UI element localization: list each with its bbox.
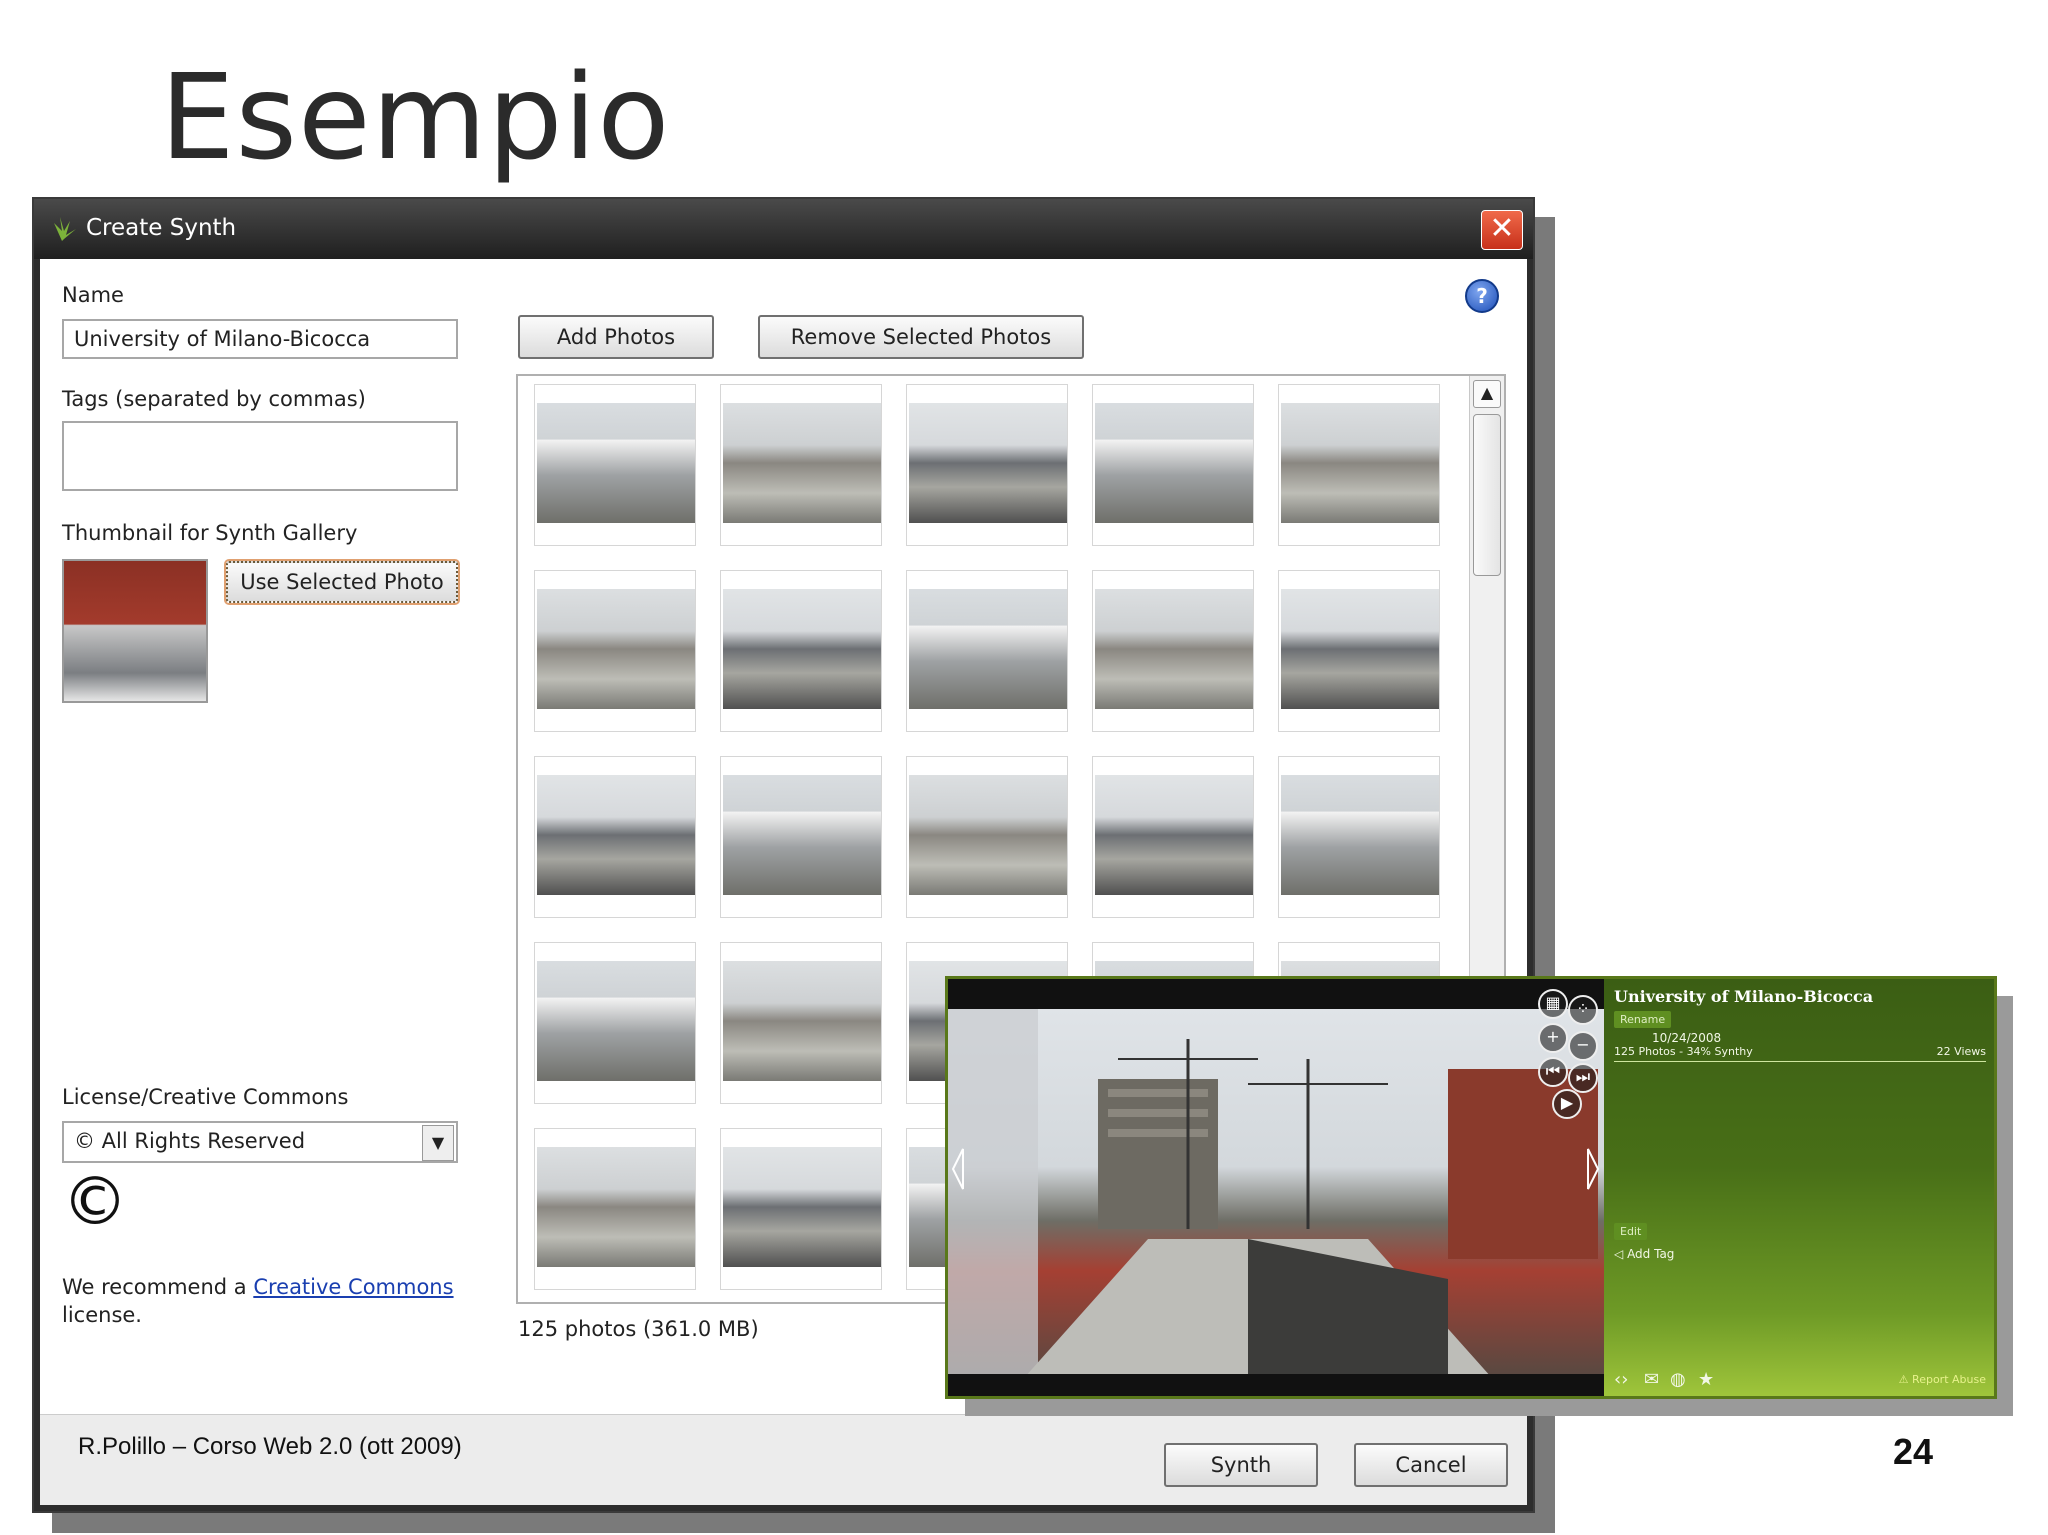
photo-thumbnail-image (909, 589, 1067, 709)
photo-thumbnail[interactable] (1278, 756, 1440, 918)
photo-thumbnail[interactable] (1092, 756, 1254, 918)
photo-thumbnail-image (1281, 775, 1439, 895)
add-tag-label: Add Tag (1627, 1247, 1675, 1261)
photo-count: 125 photos (361.0 MB) (518, 1317, 759, 1341)
creative-commons-link[interactable]: Creative Commons (253, 1275, 453, 1299)
page-number: 24 (1893, 1431, 1934, 1472)
embed-icon[interactable]: ‹› (1614, 1369, 1628, 1390)
photo-thumbnail[interactable] (906, 756, 1068, 918)
frame-left (34, 259, 40, 1511)
photo-thumbnail-image (537, 1147, 695, 1267)
photo-thumbnail[interactable] (720, 756, 882, 918)
synth-scene-illustration (948, 979, 1604, 1396)
rename-button[interactable]: Rename (1614, 1011, 1672, 1028)
add-tag-button[interactable]: ◁ Add Tag (1614, 1247, 1674, 1261)
license-label: License/Creative Commons (62, 1085, 349, 1109)
previous-icon[interactable]: ⏮ (1538, 1057, 1568, 1087)
photo-thumbnail-image (723, 775, 881, 895)
copyright-icon: © (62, 1163, 128, 1240)
tags-label: Tags (separated by commas) (62, 387, 366, 411)
photo-thumbnail-image (723, 961, 881, 1081)
synth-viewer: ▦ ⁘ + − ⏮ ⏭ ▶ University of Milano-Bicoc… (945, 976, 1997, 1399)
recommend-text: We recommend a Creative Commons license. (62, 1273, 454, 1329)
synth-stats: 125 Photos - 34% Synthy (1614, 1045, 1753, 1058)
photo-thumbnail[interactable] (534, 384, 696, 546)
photo-thumbnail-image (537, 589, 695, 709)
photo-thumbnail[interactable] (1092, 384, 1254, 546)
synth-title: University of Milano-Bicocca (1614, 987, 1874, 1006)
photo-thumbnail[interactable] (906, 570, 1068, 732)
photo-thumbnail[interactable] (906, 384, 1068, 546)
scroll-thumb[interactable] (1473, 414, 1501, 576)
scroll-up-icon[interactable]: ▲ (1473, 380, 1501, 408)
synth-views: 22 Views (1936, 1045, 1986, 1058)
photo-thumbnail[interactable] (720, 942, 882, 1104)
photo-thumbnail-image (1095, 589, 1253, 709)
photo-thumbnail[interactable] (534, 1128, 696, 1290)
photo-thumbnail[interactable] (1092, 570, 1254, 732)
photo-thumbnail[interactable] (534, 942, 696, 1104)
edit-button[interactable]: Edit (1614, 1223, 1648, 1240)
license-select[interactable]: © All Rights Reserved ▼ (62, 1121, 458, 1163)
photo-thumbnail-image (723, 1147, 881, 1267)
photosynth-logo-icon (54, 217, 76, 241)
tags-field[interactable] (62, 421, 458, 491)
help-icon[interactable]: ? (1465, 279, 1499, 313)
photo-thumbnail[interactable] (534, 570, 696, 732)
zoom-out-icon[interactable]: − (1568, 1031, 1598, 1061)
name-field[interactable]: University of Milano-Bicocca (62, 319, 458, 359)
thumbnail-label: Thumbnail for Synth Gallery (62, 521, 358, 545)
photo-thumbnail-image (909, 775, 1067, 895)
dialog-title: Create Synth (86, 215, 237, 241)
warning-icon: ⚠ (1898, 1373, 1909, 1386)
zoom-in-icon[interactable]: + (1538, 1023, 1568, 1053)
email-icon[interactable]: ✉ (1644, 1369, 1659, 1390)
name-label: Name (62, 283, 124, 307)
overhead-view-icon[interactable]: ⁘ (1568, 995, 1598, 1025)
photo-thumbnail[interactable] (1278, 384, 1440, 546)
chevron-down-icon[interactable]: ▼ (422, 1125, 454, 1161)
photo-thumbnail[interactable] (720, 1128, 882, 1290)
close-button[interactable]: ✕ (1481, 210, 1523, 250)
slide-title: Esempio (160, 48, 671, 186)
photo-thumbnail[interactable] (1278, 570, 1440, 732)
synth-photo-view[interactable]: ▦ ⁘ + − ⏮ ⏭ ▶ (948, 979, 1604, 1396)
thumbnail-image (62, 559, 208, 703)
photo-thumbnail[interactable] (720, 570, 882, 732)
synth-info-panel: University of Milano-Bicocca Rename 10/2… (1604, 979, 1994, 1396)
recommend-suffix: license. (62, 1303, 142, 1327)
photo-thumbnail[interactable] (534, 756, 696, 918)
slide-footer: R.Polillo – Corso Web 2.0 (ott 2009) (78, 1433, 462, 1460)
photo-thumbnail-image (723, 589, 881, 709)
remove-selected-photos-button[interactable]: Remove Selected Photos (758, 315, 1084, 359)
photo-thumbnail-image (1095, 775, 1253, 895)
license-value: © All Rights Reserved (74, 1129, 306, 1153)
favorite-star-icon[interactable]: ★ (1698, 1369, 1714, 1390)
photo-thumbnail-image (1281, 589, 1439, 709)
photo-thumbnail-image (537, 775, 695, 895)
grid-view-icon[interactable]: ▦ (1538, 989, 1568, 1019)
photo-thumbnail-image (1095, 403, 1253, 523)
photo-thumbnail-image (1281, 403, 1439, 523)
cancel-button[interactable]: Cancel (1354, 1443, 1508, 1487)
use-selected-photo-button[interactable]: Use Selected Photo (226, 561, 458, 603)
play-icon[interactable]: ▶ (1552, 1089, 1582, 1119)
photo-thumbnail-image (537, 961, 695, 1081)
title-bar[interactable]: Create Synth ✕ (34, 199, 1533, 259)
globe-icon[interactable]: ◍ (1670, 1369, 1686, 1390)
synth-date: 10/24/2008 (1652, 1031, 1722, 1045)
synth-button[interactable]: Synth (1164, 1443, 1318, 1487)
report-abuse-label: Report Abuse (1912, 1373, 1986, 1386)
photo-thumbnail-image (723, 403, 881, 523)
photo-thumbnail[interactable] (720, 384, 882, 546)
tag-icon: ◁ (1614, 1247, 1624, 1261)
divider (1614, 1061, 1986, 1062)
photo-thumbnail-image (909, 403, 1067, 523)
next-icon[interactable]: ⏭ (1568, 1063, 1598, 1093)
recommend-prefix: We recommend a (62, 1275, 254, 1299)
report-abuse-link[interactable]: ⚠ Report Abuse (1899, 1373, 1986, 1386)
photo-thumbnail-image (537, 403, 695, 523)
frame-bottom (34, 1505, 1533, 1511)
add-photos-button[interactable]: Add Photos (518, 315, 714, 359)
